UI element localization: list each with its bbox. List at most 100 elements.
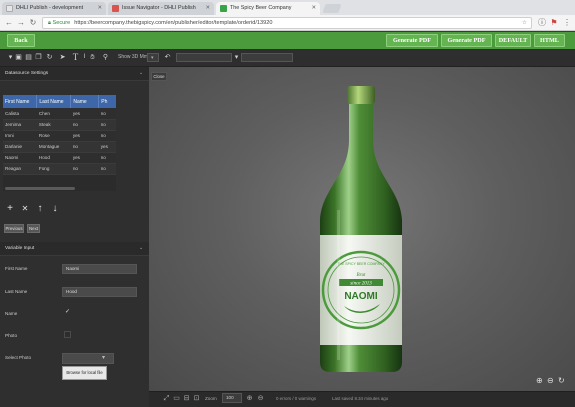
address-bar[interactable]: 🔒︎ Secure https://beercompany.thebigspicy… <box>42 17 532 29</box>
glass-highlight <box>337 210 340 360</box>
refresh-icon[interactable]: ↻ <box>45 53 54 62</box>
chevron-down-icon[interactable]: ⌄ <box>139 67 143 81</box>
browser-url-bar: ← → ↻ 🔒︎ Secure https://beercompany.thebi… <box>0 15 575 31</box>
label-since-text: since 2013 <box>350 282 372 287</box>
fit-page-icon[interactable]: ⊡ <box>192 394 201 403</box>
page-icon[interactable]: ▭ <box>172 394 181 403</box>
cell: yes <box>98 141 116 153</box>
zoom-icon[interactable]: ⚲ <box>101 53 110 62</box>
next-button[interactable]: Next <box>27 224 40 233</box>
hand-icon[interactable]: ✋︎ <box>88 53 97 62</box>
browser-tab-2[interactable]: Issue Navigator - DHLI Publish ✕ <box>108 2 214 15</box>
text-tool-icon[interactable]: T <box>71 53 80 62</box>
cell: Jemima <box>3 119 37 131</box>
bottle-preview[interactable]: THE SPICY BEER COMPANY since 2013 Brut N… <box>300 80 430 375</box>
close-tab-icon[interactable]: ✕ <box>311 2 316 15</box>
save-icon[interactable]: ▣ <box>14 53 23 62</box>
menu-icon[interactable]: ⋮ <box>562 18 572 28</box>
select-photo-dropdown[interactable]: ▾ <box>62 353 114 364</box>
zoom-out-icon[interactable]: ⊖ <box>547 376 556 385</box>
previous-button[interactable]: Previous <box>4 224 24 233</box>
move-down-icon[interactable]: ↓ <box>50 203 60 214</box>
cell: no <box>98 152 116 164</box>
select-photo-label: Select Photo <box>5 355 32 360</box>
template-select[interactable] <box>176 53 232 62</box>
table-row[interactable]: Imni Rose yes no <box>3 130 116 142</box>
save-as-icon[interactable]: ▤ <box>24 53 33 62</box>
column-header-name[interactable]: Name <box>70 95 100 108</box>
close-button[interactable]: Close <box>151 72 167 81</box>
close-tab-icon[interactable]: ✕ <box>205 2 210 15</box>
fit-width-icon[interactable]: ⊟ <box>182 394 191 403</box>
generate-pdf-button[interactable]: Generate PDF <box>386 34 438 47</box>
secure-label: Secure <box>52 20 71 26</box>
table-row[interactable]: Naomi Hood yes no <box>3 152 116 164</box>
cell: no <box>98 130 116 142</box>
photo-label: Photo <box>5 333 18 338</box>
html-button[interactable]: HTML <box>534 34 565 47</box>
column-header-first-name[interactable]: First Name <box>3 95 38 108</box>
fit-icon[interactable]: ⤢ <box>162 394 171 403</box>
cell: Hood <box>36 152 71 164</box>
browser-tab-3[interactable]: The Spicy Beer Company ✕ <box>216 2 320 15</box>
datasource-settings-title: Datasource Settings <box>5 71 49 76</box>
default-button[interactable]: DEFAULT <box>495 34 531 47</box>
forward-arrow-icon[interactable]: → <box>16 18 26 28</box>
new-tab-button[interactable] <box>322 4 342 13</box>
cell: no <box>98 163 116 175</box>
add-icon[interactable]: + <box>5 203 15 214</box>
zoom-out-icon[interactable]: ⊖ <box>256 394 265 403</box>
datasource-settings-header[interactable]: Datasource Settings ⌄ <box>0 67 149 81</box>
browse-local-file-button[interactable]: Browse for local file <box>62 366 107 380</box>
reset-view-icon[interactable]: ↻ <box>558 376 567 385</box>
cell: Fong <box>36 163 71 175</box>
back-button[interactable]: Back <box>7 34 35 47</box>
name-label: Name <box>5 311 18 316</box>
cell: Chen <box>36 108 71 120</box>
zoom-in-icon[interactable]: ⊕ <box>245 394 254 403</box>
close-tab-icon[interactable]: ✕ <box>97 2 102 15</box>
show-3d-dropdown[interactable]: ▾ <box>147 53 159 62</box>
browser-tab-bar: DHLI Publish - development ✕ Issue Navig… <box>0 0 575 15</box>
zoom-input[interactable]: 100 <box>222 393 242 403</box>
cell: no <box>70 119 99 131</box>
last-name-label: Last Name <box>5 289 28 294</box>
name-checkbox[interactable]: ✓ <box>64 309 71 316</box>
reload-icon[interactable]: ↻ <box>28 18 38 28</box>
back-arrow-icon[interactable]: ← <box>4 18 14 28</box>
cell: no <box>70 141 99 153</box>
table-row[interactable]: Darlanie Montague no yes <box>3 141 116 153</box>
table-horizontal-scrollbar[interactable] <box>5 187 75 190</box>
errors-status: 0 errors / 0 warnings <box>276 396 317 401</box>
delete-icon[interactable]: ✕ <box>20 203 30 214</box>
move-up-icon[interactable]: ↑ <box>35 203 45 214</box>
star-icon[interactable]: ☆ <box>522 18 527 28</box>
photo-checkbox[interactable] <box>64 331 71 338</box>
table-row[interactable]: Jemima Steak no no <box>3 119 116 131</box>
column-header-ph[interactable]: Ph <box>98 95 116 108</box>
extension-icon[interactable]: ⓘ <box>537 18 547 28</box>
cell: yes <box>70 108 99 120</box>
table-row[interactable]: Reagan Fong no no <box>3 163 116 175</box>
last-name-field[interactable]: Hood <box>62 287 137 297</box>
generate-pdf-button-2[interactable]: Generate PDF <box>441 34 492 47</box>
chevron-down-icon[interactable]: ▾ <box>232 53 241 62</box>
cell: Imni <box>3 130 37 142</box>
beer-company-icon <box>220 5 227 12</box>
url-text: https://beercompany.thebigspicy.com/en/p… <box>74 20 273 26</box>
pointer-icon[interactable]: ➤ <box>58 53 67 62</box>
layer-select[interactable] <box>241 53 293 62</box>
app-header: Back Generate PDF Generate PDF DEFAULT H… <box>0 32 575 49</box>
table-row[interactable]: Calista Chen yes no <box>3 108 116 120</box>
cell: Steak <box>36 119 71 131</box>
last-saved-status: Last saved 8.34 minutes ago <box>332 396 389 401</box>
extension-2-icon[interactable]: ⚑ <box>549 18 559 28</box>
zoom-in-icon[interactable]: ⊕ <box>536 376 545 385</box>
browser-tab-1[interactable]: DHLI Publish - development ✕ <box>2 2 106 15</box>
variable-input-header[interactable]: Variable Input ⌄ <box>0 242 149 256</box>
undo-icon[interactable]: ↶ <box>163 53 172 62</box>
chevron-down-icon[interactable]: ⌄ <box>139 242 143 256</box>
copy-icon[interactable]: ❐ <box>34 53 43 62</box>
column-header-last-name[interactable]: Last Name <box>36 95 72 108</box>
first-name-field[interactable]: Naomi <box>62 264 137 274</box>
